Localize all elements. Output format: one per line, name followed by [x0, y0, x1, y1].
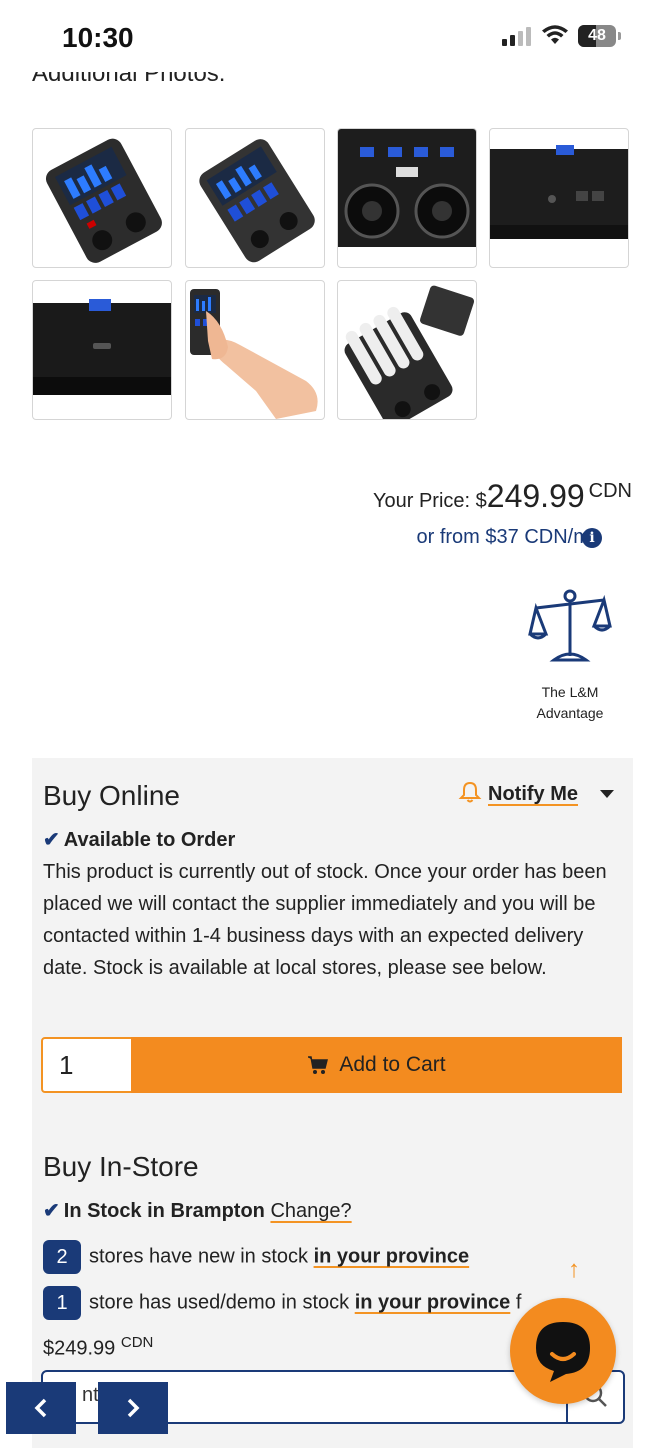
arrow-up-icon[interactable]: ↑: [568, 1256, 580, 1284]
used-stock-province-link[interactable]: in your province: [355, 1291, 511, 1313]
cart-icon: [308, 1056, 329, 1075]
add-to-cart-button[interactable]: Add to Cart: [131, 1037, 622, 1093]
financing-link[interactable]: or from $37 CDN/mo: [417, 526, 602, 549]
price-label: Your Price: $: [373, 490, 487, 512]
chevron-left-icon: [34, 1398, 47, 1418]
check-icon: ✔: [43, 1200, 60, 1222]
check-icon: ✔: [43, 829, 60, 851]
advantage-line2: Advantage: [536, 705, 604, 721]
instore-price-amount: $249.99: [43, 1337, 116, 1360]
price-amount: 249.99: [486, 478, 585, 514]
scales-icon[interactable]: [528, 586, 612, 666]
battery-level: 48: [588, 27, 606, 44]
instore-price-currency: CDN: [120, 1334, 154, 1351]
photo-thumbnail-4[interactable]: [489, 128, 629, 268]
photo-thumbnail-3[interactable]: [337, 128, 477, 268]
clock: 10:30: [62, 22, 134, 53]
photo-thumbnail-6[interactable]: [185, 280, 325, 420]
buy-online-title: Buy Online: [43, 780, 180, 811]
previous-button[interactable]: [6, 1382, 76, 1434]
notify-me-dropdown[interactable]: Notify Me: [458, 780, 578, 806]
used-stock-text: store has used/demo in stock: [89, 1291, 350, 1314]
buy-instore-title: Buy In-Store: [43, 1151, 199, 1182]
add-to-cart-label: Add to Cart: [339, 1053, 446, 1076]
new-stock-province-link[interactable]: in your province: [314, 1245, 470, 1267]
new-stock-count-badge: 2: [43, 1240, 81, 1274]
info-icon[interactable]: i: [582, 528, 602, 548]
photo-thumbnail-5[interactable]: [32, 280, 172, 420]
wifi-icon: [542, 25, 568, 44]
photo-thumbnail-1[interactable]: [32, 128, 172, 268]
chevron-right-icon: [127, 1398, 140, 1418]
next-button[interactable]: [98, 1382, 168, 1434]
photo-thumbnail-7[interactable]: [337, 280, 477, 420]
new-stock-line: 2 stores have new in stock in your provin…: [43, 1240, 469, 1274]
battery-icon: 48: [578, 25, 622, 47]
signal-icon: [502, 27, 531, 46]
chat-button[interactable]: [510, 1298, 616, 1404]
availability-status: ✔ Available to Order: [43, 827, 235, 852]
price-currency: CDN: [588, 480, 632, 502]
notify-me-label: Notify Me: [488, 783, 578, 805]
stock-description: This product is currently out of stock. …: [43, 861, 607, 979]
status-bar: 10:30 48: [0, 0, 665, 72]
advantage-line1: The L&M: [541, 684, 599, 700]
price: Your Price: $249.99 CDN: [373, 478, 632, 515]
instore-status: ✔ In Stock in Brampton Change?: [43, 1198, 352, 1223]
instore-stock-text: In Stock in Brampton: [63, 1200, 265, 1222]
availability-text: Available to Order: [63, 829, 236, 851]
photo-thumbnail-2[interactable]: [185, 128, 325, 268]
new-stock-text: stores have new in stock: [89, 1245, 308, 1268]
advantage-label[interactable]: The L&M Advantage: [520, 682, 620, 724]
instore-price: $249.99 CDN: [43, 1334, 153, 1361]
used-stock-count-badge: 1: [43, 1286, 81, 1320]
bell-icon: [458, 781, 482, 803]
used-stock-line: 1 store has used/demo in stock in your pr…: [43, 1286, 521, 1320]
change-store-link[interactable]: Change?: [270, 1200, 351, 1222]
chat-icon: [536, 1322, 590, 1382]
chevron-down-icon[interactable]: [600, 790, 614, 798]
